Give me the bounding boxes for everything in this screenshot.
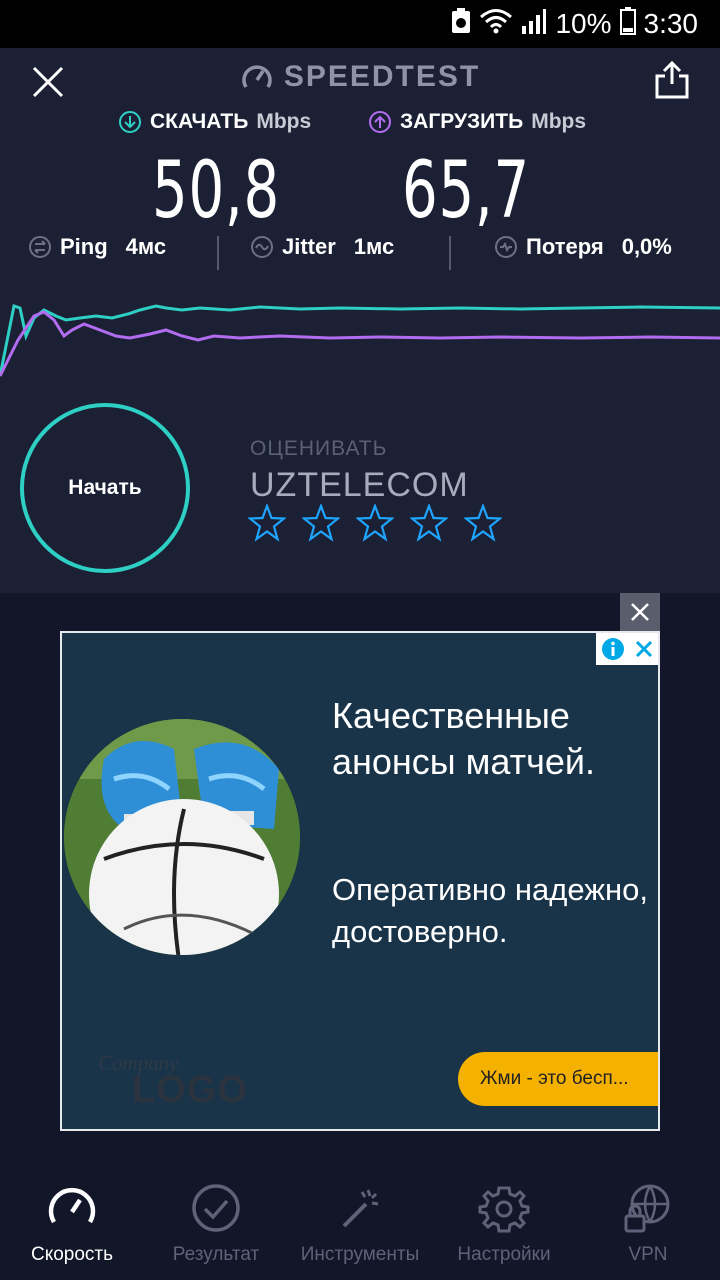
ad-body-text[interactable]: Оперативно надежно, достоверно. [332,869,652,953]
nav-results[interactable]: Результат [144,1160,288,1280]
gear-icon [478,1186,530,1233]
star-icon[interactable] [464,504,502,542]
download-label: СКАЧАТЬ Mbps [118,110,311,134]
nav-settings[interactable]: Настройки [432,1160,576,1280]
speed-graph [0,304,720,377]
battery-icon [619,6,636,42]
star-icon[interactable] [248,504,286,542]
download-label-text: СКАЧАТЬ [150,110,249,133]
ad-image-football[interactable] [64,719,300,955]
ping-value: 4мс [125,234,167,259]
speedometer-logo-icon [242,65,272,88]
app-brand: SPEEDTEST [0,60,720,94]
jitter-icon [251,236,273,258]
upload-value: 65,7 [402,146,530,236]
stat-divider [217,236,219,270]
upload-label: ЗАГРУЗИТЬ Mbps [368,110,586,134]
close-icon[interactable] [633,638,655,660]
packet-loss-stat: Потеря 0,0% [494,234,672,260]
clock: 3:30 [643,8,699,39]
packet-loss-icon [495,236,517,258]
nav-vpn[interactable]: VPN [576,1160,720,1280]
magic-wand-icon [342,1189,379,1228]
download-unit: Mbps [256,110,312,133]
upload-unit: Mbps [531,110,587,133]
info-icon[interactable] [600,636,626,662]
star-icon[interactable] [410,504,448,542]
jitter-value: 1мс [353,234,395,259]
nav-tools[interactable]: Инструменты [288,1160,432,1280]
star-icon[interactable] [356,504,394,542]
logo-big-text: LOGO [132,1069,248,1111]
speedometer-icon [48,1187,96,1224]
ping-label: Ping [60,234,108,259]
rating-stars [248,504,502,542]
download-arrow-icon [119,111,141,133]
jitter-label: Jitter [282,234,336,259]
recycle-notification-icon [451,7,471,41]
download-value: 50,8 [152,146,280,236]
packet-loss-label: Потеря [526,234,604,259]
ad-cta-label: Жми - это бесп... [480,1068,629,1089]
upload-label-text: ЗАГРУЗИТЬ [400,110,524,133]
wifi-icon [479,7,513,42]
start-button[interactable]: Начать [20,403,190,573]
ad-company-logo: Company LOGO [98,1051,258,1111]
ad-close-button[interactable] [620,593,660,631]
status-bar: 10% 3:30 [0,0,720,48]
nav-tools-label: Инструменты [300,1244,420,1265]
jitter-stat: Jitter 1мс [250,234,394,260]
isp-name: UZTELECOM [250,466,469,504]
share-button[interactable] [654,60,690,100]
ping-icon [29,236,51,258]
start-button-label: Начать [68,476,142,499]
bottom-navigation: Скорость Результат Инструменты Настройки… [0,1160,720,1280]
nav-speed-label: Скорость [30,1244,114,1265]
upload-arrow-icon [369,111,391,133]
check-circle-icon [192,1184,240,1232]
speedtest-panel: SPEEDTEST СКАЧАТЬ Mbps ЗАГРУЗИТЬ Mbps 50… [0,48,720,593]
nav-settings-label: Настройки [457,1244,551,1265]
stat-divider [449,236,451,270]
close-icon [631,603,649,621]
nav-results-label: Результат [172,1244,260,1265]
packet-loss-value: 0,0% [621,234,672,259]
star-icon[interactable] [302,504,340,542]
download-speed-line [0,304,720,377]
share-icon [655,60,689,99]
rate-label: ОЦЕНИВАТЬ [250,437,388,460]
app-title: SPEEDTEST [283,60,481,93]
ad-cta-button[interactable]: Жми - это бесп... [458,1052,658,1106]
nav-speed[interactable]: Скорость [0,1160,144,1280]
signal-icon [521,8,547,41]
ad-headline[interactable]: Качественные анонсы матчей. [332,693,652,785]
nav-vpn-label: VPN [628,1244,668,1265]
ad-banner[interactable]: Качественные анонсы матчей. Оперативно н… [60,631,660,1131]
globe-lock-icon [624,1184,670,1233]
ping-stat: Ping 4мс [28,234,166,260]
battery-percent: 10% [555,8,612,39]
ad-choices-badge[interactable] [596,633,658,665]
upload-speed-line [0,310,720,377]
